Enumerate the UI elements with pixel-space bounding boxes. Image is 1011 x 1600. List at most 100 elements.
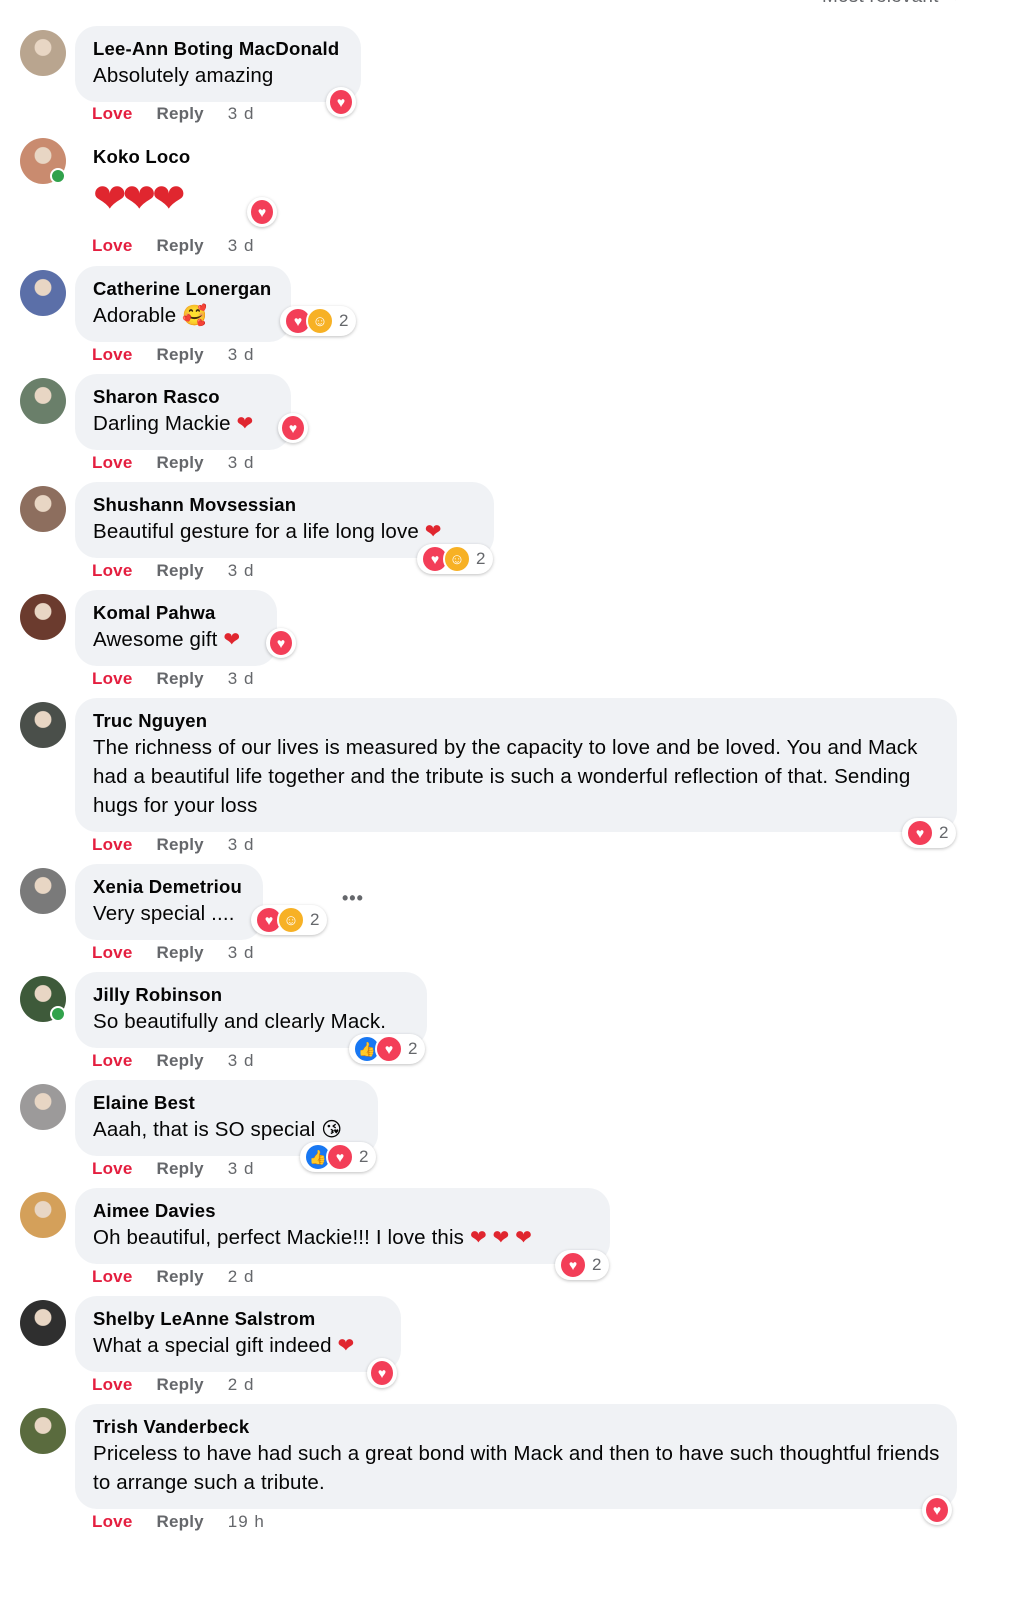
comment-text: Aaah, that is SO special 😘 [93, 1118, 343, 1141]
reaction-summary[interactable]: ♥ [326, 87, 356, 117]
comment-text: Beautiful gesture for a life long love ❤ [93, 520, 442, 543]
author-name[interactable]: Lee-Ann Boting MacDonald [93, 37, 343, 61]
love-reaction-icon: ♥ [328, 88, 354, 116]
reply-button[interactable]: Reply [156, 236, 203, 256]
love-button[interactable]: Love [92, 1512, 132, 1532]
author-name[interactable]: Komal Pahwa [93, 601, 259, 625]
author-name[interactable]: Truc Nguyen [93, 709, 939, 733]
avatar[interactable] [20, 270, 66, 316]
timestamp[interactable]: 3 d [228, 104, 255, 124]
author-name[interactable]: Xenia Demetriou [93, 875, 245, 899]
reaction-summary[interactable]: ♥ [266, 628, 296, 658]
love-button[interactable]: Love [92, 561, 132, 581]
more-options-icon[interactable]: ••• [342, 888, 364, 909]
love-button[interactable]: Love [92, 345, 132, 365]
author-name[interactable]: Aimee Davies [93, 1199, 592, 1223]
avatar[interactable] [20, 30, 66, 76]
reaction-summary[interactable]: ♥ [278, 413, 308, 443]
reply-button[interactable]: Reply [156, 1512, 203, 1532]
comment-bubble: Truc Nguyen The richness of our lives is… [75, 698, 957, 832]
love-button[interactable]: Love [92, 835, 132, 855]
comment-bubble: Komal Pahwa Awesome gift ❤ [75, 590, 277, 666]
avatar[interactable] [20, 594, 66, 640]
avatar[interactable] [20, 486, 66, 532]
reaction-count: 2 [339, 311, 349, 330]
timestamp[interactable]: 3 d [228, 943, 255, 963]
author-name[interactable]: Jilly Robinson [93, 983, 409, 1007]
comment-bubble: Xenia Demetriou Very special .... [75, 864, 263, 940]
comment-text: Darling Mackie ❤ [93, 412, 254, 435]
reaction-summary[interactable]: ♥ ☺ 2 [417, 544, 494, 574]
love-button[interactable]: Love [92, 1159, 132, 1179]
kiss-emoji: 😘 [321, 1119, 343, 1141]
reaction-count: 2 [476, 549, 486, 568]
author-name[interactable]: Trish Vanderbeck [93, 1415, 939, 1439]
comment-text: Oh beautiful, perfect Mackie!!! I love t… [93, 1226, 533, 1249]
reaction-summary[interactable]: ♥ 2 [555, 1250, 610, 1280]
reply-button[interactable]: Reply [156, 1051, 203, 1071]
timestamp[interactable]: 3 d [228, 453, 255, 473]
love-button[interactable]: Love [92, 453, 132, 473]
timestamp[interactable]: 3 d [228, 236, 255, 256]
timestamp[interactable]: 3 d [228, 1159, 255, 1179]
love-reaction-icon: ♥ [249, 198, 275, 226]
reaction-summary[interactable]: ♥ [922, 1495, 952, 1525]
comment-actions: Love Reply 2 d [92, 1267, 254, 1287]
reaction-summary[interactable]: ♥ ☺ 2 [251, 905, 328, 935]
reply-button[interactable]: Reply [156, 835, 203, 855]
avatar[interactable] [20, 138, 66, 184]
timestamp[interactable]: 2 d [228, 1375, 255, 1395]
reply-button[interactable]: Reply [156, 943, 203, 963]
reply-button[interactable]: Reply [156, 104, 203, 124]
comment-actions: Love Reply 3 d [92, 104, 254, 124]
avatar[interactable] [20, 1192, 66, 1238]
timestamp[interactable]: 3 d [228, 1051, 255, 1071]
avatar[interactable] [20, 976, 66, 1022]
love-button[interactable]: Love [92, 943, 132, 963]
reply-button[interactable]: Reply [156, 1159, 203, 1179]
sort-dropdown[interactable]: Most relevant ▼ [822, 0, 963, 8]
avatar[interactable] [20, 1084, 66, 1130]
avatar[interactable] [20, 1408, 66, 1454]
online-status-dot [50, 1006, 66, 1022]
author-name[interactable]: Shelby LeAnne Salstrom [93, 1307, 383, 1331]
comment-bubble: Shelby LeAnne Salstrom What a special gi… [75, 1296, 401, 1372]
author-name[interactable]: Catherine Lonergan [93, 277, 273, 301]
love-button[interactable]: Love [92, 1375, 132, 1395]
avatar[interactable] [20, 378, 66, 424]
reaction-summary[interactable]: 👍 ♥ 2 [300, 1142, 377, 1172]
author-name[interactable]: Shushann Movsessian [93, 493, 476, 517]
reaction-summary[interactable]: 👍 ♥ 2 [349, 1034, 426, 1064]
reaction-summary[interactable]: ♥ [367, 1358, 397, 1388]
love-button[interactable]: Love [92, 1267, 132, 1287]
reaction-count: 2 [408, 1039, 418, 1058]
reply-button[interactable]: Reply [156, 669, 203, 689]
reaction-count: 2 [592, 1255, 602, 1274]
timestamp[interactable]: 3 d [228, 835, 255, 855]
love-button[interactable]: Love [92, 236, 132, 256]
reply-button[interactable]: Reply [156, 561, 203, 581]
avatar[interactable] [20, 868, 66, 914]
love-button[interactable]: Love [92, 669, 132, 689]
reaction-summary[interactable]: ♥ 2 [902, 818, 957, 848]
reaction-summary[interactable]: ♥ [247, 197, 277, 227]
author-name[interactable]: Sharon Rasco [93, 385, 273, 409]
timestamp[interactable]: 2 d [228, 1267, 255, 1287]
comment-bubble: Sharon Rasco Darling Mackie ❤ [75, 374, 291, 450]
timestamp[interactable]: 19 h [228, 1512, 265, 1532]
author-name[interactable]: Koko Loco [93, 145, 257, 169]
reply-button[interactable]: Reply [156, 1375, 203, 1395]
author-name[interactable]: Elaine Best [93, 1091, 360, 1115]
reply-button[interactable]: Reply [156, 345, 203, 365]
reaction-summary[interactable]: ♥ ☺ 2 [280, 306, 357, 336]
timestamp[interactable]: 3 d [228, 561, 255, 581]
love-button[interactable]: Love [92, 104, 132, 124]
reply-button[interactable]: Reply [156, 1267, 203, 1287]
avatar[interactable] [20, 1300, 66, 1346]
avatar[interactable] [20, 702, 66, 748]
reply-button[interactable]: Reply [156, 453, 203, 473]
red-heart-emoji: ❤ [223, 629, 241, 651]
timestamp[interactable]: 3 d [228, 669, 255, 689]
timestamp[interactable]: 3 d [228, 345, 255, 365]
love-button[interactable]: Love [92, 1051, 132, 1071]
